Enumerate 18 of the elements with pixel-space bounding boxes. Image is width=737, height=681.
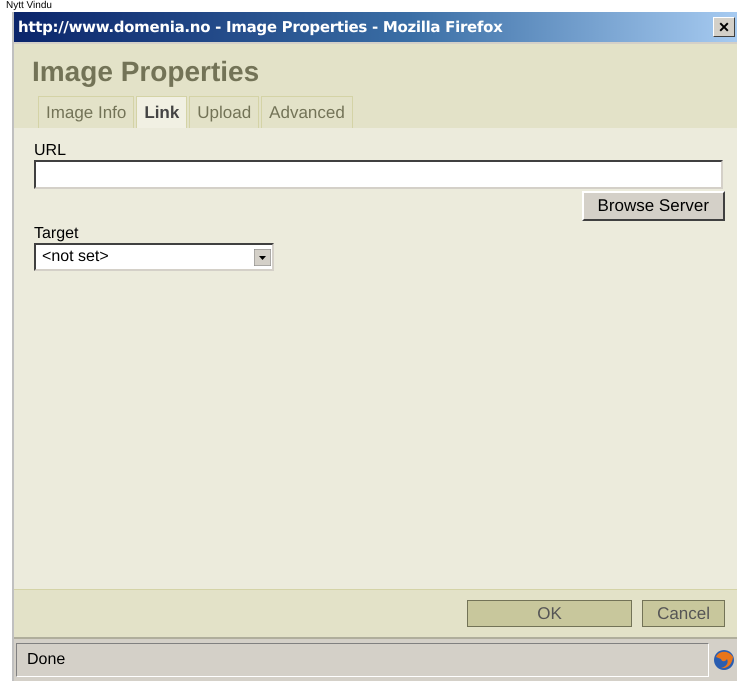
- background-text: Nytt Vindu: [6, 0, 52, 11]
- target-dropdown[interactable]: <not set>: [34, 243, 274, 271]
- tab[interactable]: Upload: [189, 96, 260, 128]
- dropdown-arrow-icon: [254, 248, 271, 266]
- tab[interactable]: Image Info: [38, 96, 134, 128]
- dialog-button[interactable]: Cancel: [642, 600, 725, 627]
- field-label: Target: [34, 225, 78, 243]
- url-field[interactable]: [34, 160, 723, 189]
- status-text: Done: [16, 643, 709, 677]
- close-button[interactable]: ×: [713, 17, 735, 37]
- dialog-title: Image Properties: [32, 56, 260, 88]
- browse-server-button[interactable]: Browse Server: [582, 191, 725, 221]
- window-title: http://www.domenia.no - Image Properties - Mozilla Firefox: [18, 18, 503, 36]
- field-label: URL: [34, 142, 66, 160]
- tab[interactable]: Advanced: [261, 96, 353, 128]
- tab[interactable]: Link: [136, 96, 188, 128]
- browser-logo-icon: [713, 649, 735, 671]
- dialog-button[interactable]: OK: [467, 600, 632, 627]
